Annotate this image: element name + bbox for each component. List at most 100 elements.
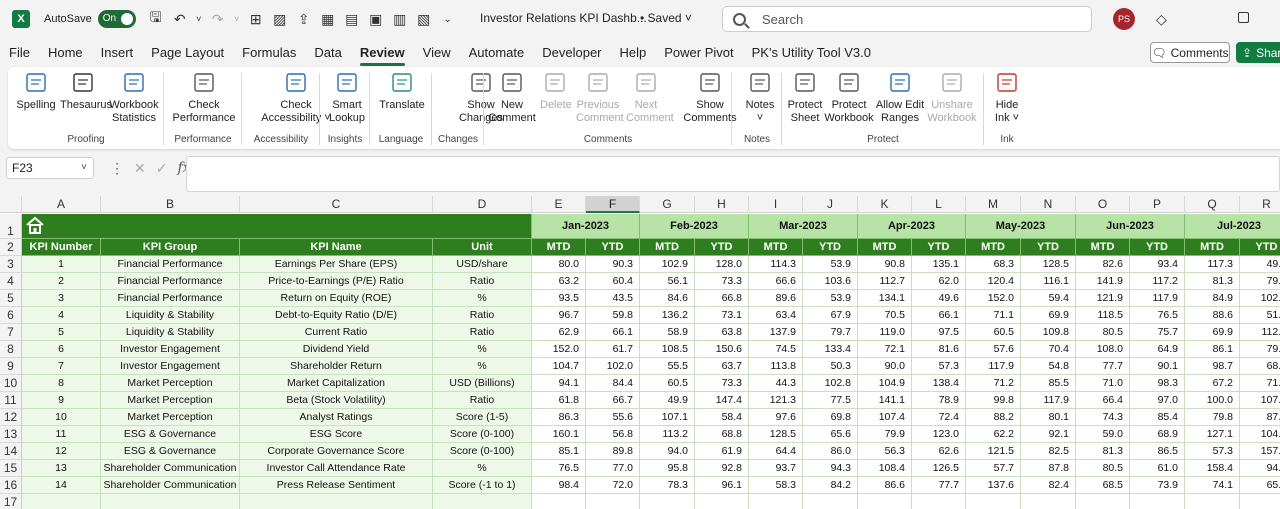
table-cell[interactable]: 107.4 bbox=[858, 409, 912, 426]
search-box[interactable]: Search bbox=[722, 6, 1092, 32]
column-header-r[interactable]: R bbox=[1240, 196, 1280, 213]
table-cell[interactable]: 62.2 bbox=[966, 426, 1021, 443]
table-cell[interactable]: 117.3 bbox=[1185, 256, 1240, 273]
mtd-header[interactable]: MTD bbox=[1076, 239, 1130, 256]
table-cell[interactable]: 2 bbox=[22, 273, 101, 290]
redo-dropdown-icon[interactable]: ˅ bbox=[232, 9, 242, 29]
select-all-corner[interactable] bbox=[0, 196, 22, 213]
table-cell[interactable]: 135.1 bbox=[912, 256, 966, 273]
table-cell[interactable]: 3 bbox=[22, 290, 101, 307]
column-header-b[interactable]: B bbox=[101, 196, 240, 213]
table-cell[interactable]: 77.5 bbox=[803, 392, 858, 409]
menu-formulas[interactable]: Formulas bbox=[233, 40, 305, 66]
table-cell[interactable]: 85.1 bbox=[532, 443, 586, 460]
row-header-3[interactable]: 3 bbox=[0, 256, 22, 273]
column-header-m[interactable]: M bbox=[966, 196, 1021, 213]
restore-window-icon[interactable] bbox=[1238, 12, 1249, 23]
empty-cell[interactable] bbox=[1240, 494, 1280, 509]
column-header-p[interactable]: P bbox=[1130, 196, 1185, 213]
table-cell[interactable]: 109.8 bbox=[1021, 324, 1076, 341]
table-cell[interactable]: 68.6 bbox=[1240, 358, 1280, 375]
table-cell[interactable]: 97.5 bbox=[912, 324, 966, 341]
month-header[interactable]: Jan-2023 bbox=[532, 214, 640, 239]
table-cell[interactable]: 43.5 bbox=[586, 290, 640, 307]
table-cell[interactable]: 4 bbox=[22, 307, 101, 324]
table-cell[interactable]: 66.1 bbox=[912, 307, 966, 324]
table-cell[interactable]: 72.0 bbox=[586, 477, 640, 494]
table-cell[interactable]: 72.1 bbox=[858, 341, 912, 358]
data-validation-icon[interactable]: ▥ bbox=[390, 9, 410, 29]
table-cell[interactable]: 96.7 bbox=[532, 307, 586, 324]
month-header[interactable]: May-2023 bbox=[966, 214, 1076, 239]
picture-icon[interactable]: ▨ bbox=[270, 9, 290, 29]
table-cell[interactable]: Press Release Sentiment bbox=[240, 477, 433, 494]
more-icon[interactable]: ⋮ bbox=[110, 160, 124, 177]
table-cell[interactable]: 60.5 bbox=[640, 375, 695, 392]
table-cell[interactable]: 79.4 bbox=[1240, 273, 1280, 290]
table-cell[interactable]: 93.5 bbox=[532, 290, 586, 307]
home-icon[interactable] bbox=[25, 216, 45, 234]
table-cell[interactable]: 107.1 bbox=[640, 409, 695, 426]
table-cell[interactable]: 55.6 bbox=[586, 409, 640, 426]
share-button[interactable]: ⇪Share bbox=[1236, 42, 1280, 63]
column-title[interactable]: Unit bbox=[433, 239, 532, 256]
empty-cell[interactable] bbox=[532, 494, 586, 509]
menu-page-layout[interactable]: Page Layout bbox=[142, 40, 233, 66]
lookup-button[interactable]: Smart Lookup bbox=[328, 69, 366, 125]
table-cell[interactable]: 44.3 bbox=[749, 375, 803, 392]
title-band[interactable] bbox=[22, 214, 532, 239]
table-cell[interactable]: 79.8 bbox=[1185, 409, 1240, 426]
row-header-4[interactable]: 4 bbox=[0, 273, 22, 290]
share-icon[interactable]: ⇪ bbox=[294, 9, 314, 29]
table-cell[interactable]: 66.4 bbox=[1076, 392, 1130, 409]
table-cell[interactable]: 62.0 bbox=[912, 273, 966, 290]
translate-button[interactable]: Translate bbox=[376, 69, 428, 112]
empty-cell[interactable] bbox=[22, 494, 101, 509]
empty-cell[interactable] bbox=[1185, 494, 1240, 509]
table-cell[interactable]: 99.8 bbox=[966, 392, 1021, 409]
table-cell[interactable]: 102.9 bbox=[640, 256, 695, 273]
table-cell[interactable]: 94.1 bbox=[532, 375, 586, 392]
table-cell[interactable]: 63.7 bbox=[695, 358, 749, 375]
table-cell[interactable]: 81.6 bbox=[912, 341, 966, 358]
table-cell[interactable]: 74.3 bbox=[1076, 409, 1130, 426]
table-cell[interactable]: 68.9 bbox=[1130, 426, 1185, 443]
table-cell[interactable]: 98.7 bbox=[1185, 358, 1240, 375]
month-header[interactable]: Feb-2023 bbox=[640, 214, 749, 239]
table-cell[interactable]: 81.3 bbox=[1076, 443, 1130, 460]
table-cell[interactable]: 104.7 bbox=[532, 358, 586, 375]
table-cell[interactable]: 137.6 bbox=[966, 477, 1021, 494]
table-cell[interactable]: 104.9 bbox=[858, 375, 912, 392]
table-cell[interactable]: 68.3 bbox=[966, 256, 1021, 273]
table-cell[interactable]: 141.1 bbox=[858, 392, 912, 409]
row-header-9[interactable]: 9 bbox=[0, 358, 22, 375]
table-cell[interactable]: 5 bbox=[22, 324, 101, 341]
table-cell[interactable]: 1 bbox=[22, 256, 101, 273]
table-cell[interactable]: Current Ratio bbox=[240, 324, 433, 341]
save-icon[interactable]: 🖫 bbox=[146, 9, 166, 29]
column-header-n[interactable]: N bbox=[1021, 196, 1076, 213]
table-cell[interactable]: 158.4 bbox=[1185, 460, 1240, 477]
table-cell[interactable]: 102.8 bbox=[803, 375, 858, 392]
month-header[interactable]: Jul-2023 bbox=[1185, 214, 1280, 239]
table-cell[interactable]: USD/share bbox=[433, 256, 532, 273]
table-cell[interactable]: 133.4 bbox=[803, 341, 858, 358]
table-cell[interactable]: Investor Engagement bbox=[101, 341, 240, 358]
table-cell[interactable]: Score (0-100) bbox=[433, 426, 532, 443]
table-cell[interactable]: 57.6 bbox=[966, 341, 1021, 358]
table-cell[interactable]: Shareholder Return bbox=[240, 358, 433, 375]
table-cell[interactable]: 118.5 bbox=[1076, 307, 1130, 324]
autosave-toggle[interactable]: On bbox=[97, 10, 136, 28]
table-cell[interactable]: 79.9 bbox=[858, 426, 912, 443]
table-cell[interactable]: Investor Engagement bbox=[101, 358, 240, 375]
table-cell[interactable]: 128.0 bbox=[695, 256, 749, 273]
table-cell[interactable]: 86.3 bbox=[532, 409, 586, 426]
table-cell[interactable]: 56.8 bbox=[586, 426, 640, 443]
row-header-6[interactable]: 6 bbox=[0, 307, 22, 324]
ytd-header[interactable]: YTD bbox=[586, 239, 640, 256]
table-cell[interactable]: 62.9 bbox=[532, 324, 586, 341]
table-cell[interactable]: 73.9 bbox=[1130, 477, 1185, 494]
table-cell[interactable]: 77.7 bbox=[912, 477, 966, 494]
table-cell[interactable]: Investor Call Attendance Rate bbox=[240, 460, 433, 477]
row-header-7[interactable]: 7 bbox=[0, 324, 22, 341]
